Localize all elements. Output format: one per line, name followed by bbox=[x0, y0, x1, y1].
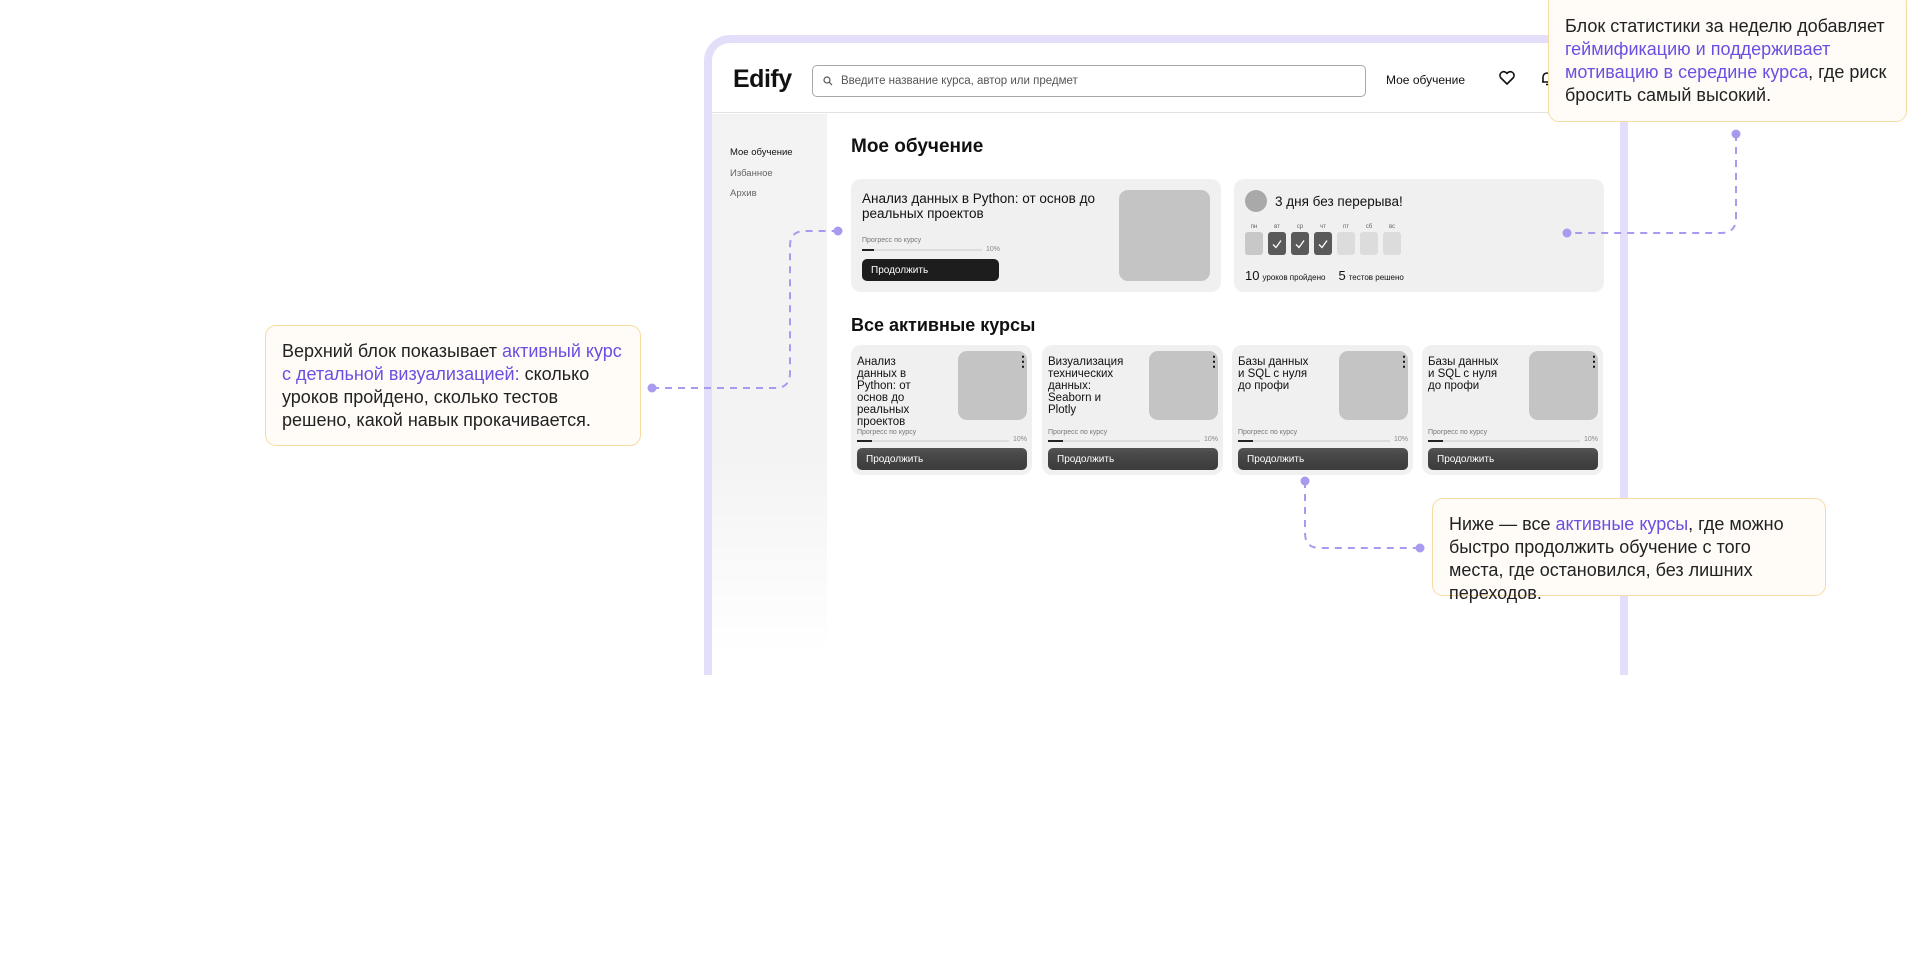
connector-bottom bbox=[1304, 481, 1420, 549]
callout-left: Верхний блок показывает активный курс с … bbox=[265, 325, 641, 446]
callout-text: Блок статистики за неделю добавляет bbox=[1565, 16, 1885, 36]
callout-highlight: активные курсы bbox=[1555, 514, 1689, 534]
connector-top-right bbox=[1567, 134, 1737, 234]
callout-top-right: Блок статистики за неделю добавляет гейм… bbox=[1548, 0, 1907, 122]
connector-lines bbox=[647, 129, 1741, 553]
callout-bottom: Ниже — все активные курсы, где можно быс… bbox=[1432, 498, 1826, 603]
callout-text: Верхний блок показывает bbox=[282, 341, 503, 361]
callout-highlight: геймификацию и поддерживает мотивацию в … bbox=[1565, 39, 1831, 82]
connector-left bbox=[652, 230, 838, 389]
callout-text: Ниже — все bbox=[1449, 514, 1556, 534]
